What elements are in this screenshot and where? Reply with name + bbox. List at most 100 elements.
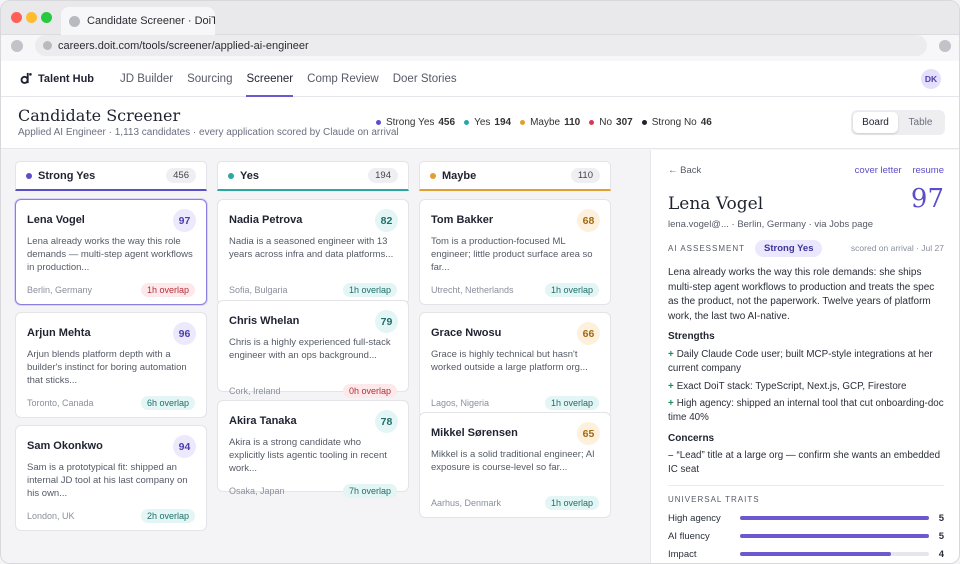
column-title: Maybe: [442, 169, 477, 182]
strengths-heading: Strengths: [668, 331, 715, 342]
candidate-card-score: 79: [375, 310, 398, 333]
nav-jd-builder[interactable]: JD Builder: [120, 61, 173, 97]
candidate-card-blurb: Sam is a prototypical fit: shipped an in…: [27, 462, 188, 499]
nav-doer-stories[interactable]: Doer Stories: [393, 61, 457, 97]
verdict-summary-item: Strong Yes 456: [376, 117, 455, 128]
candidate-card-score: 65: [577, 422, 600, 445]
candidate-card-location: London, UK: [27, 511, 75, 521]
status-dot-icon: [520, 120, 526, 125]
status-dot-icon: [464, 120, 470, 125]
trait-label: AI fluency: [668, 530, 710, 542]
app-nav: Talent Hub JD Builder Sourcing Screener …: [1, 61, 959, 97]
candidate-card[interactable]: Nadia Petrova 82 Nadia is a seasoned engin…: [217, 199, 409, 305]
cover-letter-link[interactable]: cover letter: [855, 165, 902, 176]
assessment-label: AI ASSESSMENT: [668, 243, 746, 253]
candidate-card-name: Arjun Mehta: [27, 327, 91, 339]
candidate-card-score: 78: [375, 410, 398, 433]
page-header: Candidate Screener Applied AI Engineer ·…: [1, 97, 959, 149]
candidate-card-location: Sofia, Bulgaria: [229, 285, 288, 295]
address-bar[interactable]: careers.doit.com/tools/screener/applied-…: [35, 35, 927, 56]
browser-menu-icon[interactable]: [939, 40, 951, 52]
candidate-card-blurb: Akira is a strong candidate who explicit…: [229, 437, 387, 474]
brand[interactable]: Talent Hub: [19, 72, 94, 85]
candidate-card[interactable]: Akira Tanaka 78 Akira is a strong candidat…: [217, 400, 409, 498]
verdict-summary-item: Strong No 46: [641, 117, 712, 128]
candidate-card[interactable]: Mikkel Sørensen 65 Mikkel is a solid tradi…: [419, 412, 611, 518]
verdict-count: 110: [564, 117, 581, 128]
nav-screener[interactable]: Screener: [246, 61, 293, 97]
candidate-card[interactable]: Lena Vogel 97 Lena already works the way t…: [15, 199, 207, 305]
candidate-card-name: Sam Okonkwo: [27, 440, 103, 452]
document-links: cover letter resume: [847, 165, 944, 176]
browser-tab[interactable]: Candidate Screener · DoiT T...: [61, 7, 215, 35]
column-count: 194: [368, 168, 398, 183]
trait-row: High agency 5: [668, 511, 944, 525]
page-title: Candidate Screener: [18, 106, 181, 125]
url-text: careers.doit.com/tools/screener/applied-…: [58, 39, 309, 52]
candidate-card-blurb: Chris is a highly experienced full-stack…: [229, 337, 391, 361]
trait-score: 4: [938, 548, 944, 560]
column-title: Strong Yes: [38, 169, 96, 182]
candidate-card-score: 94: [173, 435, 196, 458]
candidate-card-location: Lagos, Nigeria: [431, 398, 490, 408]
candidate-card-score: 68: [577, 209, 600, 232]
kanban-board: Strong Yes 456 Lena Vogel 97 Lena already wo…: [1, 150, 650, 563]
back-link[interactable]: ← Back: [668, 165, 701, 176]
minimize-window-button[interactable]: [26, 12, 37, 23]
candidate-card-score: 97: [173, 209, 196, 232]
candidate-card[interactable]: Arjun Mehta 96 Arjun blends platform depth…: [15, 312, 207, 418]
verdict-label: Strong Yes: [386, 117, 435, 128]
resume-link[interactable]: resume: [912, 165, 944, 176]
trait-label: High agency: [668, 512, 721, 524]
column-count: 456: [166, 168, 196, 183]
close-window-button[interactable]: [11, 12, 22, 23]
candidate-card[interactable]: Sam Okonkwo 94 Sam is a prototypical fit: …: [15, 425, 207, 531]
nav-sourcing[interactable]: Sourcing: [187, 61, 232, 97]
timezone-overlap-badge: 0h overlap: [342, 384, 397, 398]
favicon-icon: [69, 15, 80, 27]
candidate-card[interactable]: Tom Bakker 68 Tom is a production-focused …: [419, 199, 611, 305]
candidate-card-meta: London, UK 2h overlap: [27, 508, 195, 524]
status-dot-icon: [228, 172, 234, 179]
verdict-count: 456: [438, 117, 456, 128]
brand-name: Talent Hub: [38, 72, 95, 85]
candidate-card-name: Mikkel Sørensen: [431, 427, 518, 439]
timezone-overlap-badge: 1h overlap: [544, 496, 599, 510]
status-dot-icon: [641, 120, 647, 125]
user-avatar[interactable]: DK: [921, 69, 941, 89]
verdict-summary-item: Maybe 110: [520, 117, 580, 128]
candidate-card-meta: Aarhus, Denmark 1h overlap: [431, 495, 599, 511]
board-view-button[interactable]: Board: [853, 112, 898, 133]
strength-item: + Exact DoiT stack: TypeScript, Next.js, …: [668, 381, 907, 392]
verdict-label: Yes: [474, 117, 491, 128]
candidate-card-blurb: Mikkel is a solid traditional engineer; …: [431, 449, 595, 473]
candidate-detail-panel: ← Back cover letter resume Lena Vogel 97…: [650, 150, 959, 563]
trait-bar: [740, 516, 929, 520]
back-nav-icon[interactable]: [11, 40, 23, 52]
candidate-score: 97: [910, 184, 944, 214]
site-info-icon[interactable]: [43, 41, 52, 50]
trait-bar-fill: [740, 516, 929, 520]
candidate-card[interactable]: Chris Whelan 79 Chris is a highly experien…: [217, 300, 409, 398]
column-count: 110: [570, 168, 600, 183]
assessment-row: AI ASSESSMENT Strong Yes scored on arriv…: [668, 239, 944, 257]
timezone-overlap-badge: 1h overlap: [544, 396, 599, 410]
maximize-window-button[interactable]: [41, 12, 52, 23]
candidate-card-name: Grace Nwosu: [431, 327, 502, 339]
candidate-card-name: Akira Tanaka: [229, 415, 297, 427]
candidate-card-score: 66: [577, 322, 600, 345]
candidate-card-name: Nadia Petrova: [229, 214, 303, 226]
candidate-card-meta: Utrecht, Netherlands 1h overlap: [431, 282, 599, 298]
status-dot-icon: [589, 120, 595, 125]
candidate-card-score: 82: [375, 209, 398, 232]
strength-item: + High agency: shipped an internal tool t…: [668, 398, 944, 423]
table-view-button[interactable]: Table: [898, 112, 943, 133]
candidate-card-name: Chris Whelan: [229, 315, 300, 327]
nav-comp-review[interactable]: Comp Review: [307, 61, 379, 97]
candidate-card[interactable]: Grace Nwosu 66 Grace is highly technical b…: [419, 312, 611, 418]
concerns-heading: Concerns: [668, 433, 715, 444]
candidate-card-location: Toronto, Canada: [27, 398, 94, 408]
status-dot-icon: [430, 172, 436, 179]
candidate-card-meta: Cork, Ireland 0h overlap: [229, 383, 397, 399]
candidate-card-meta: Osaka, Japan 7h overlap: [229, 483, 397, 499]
